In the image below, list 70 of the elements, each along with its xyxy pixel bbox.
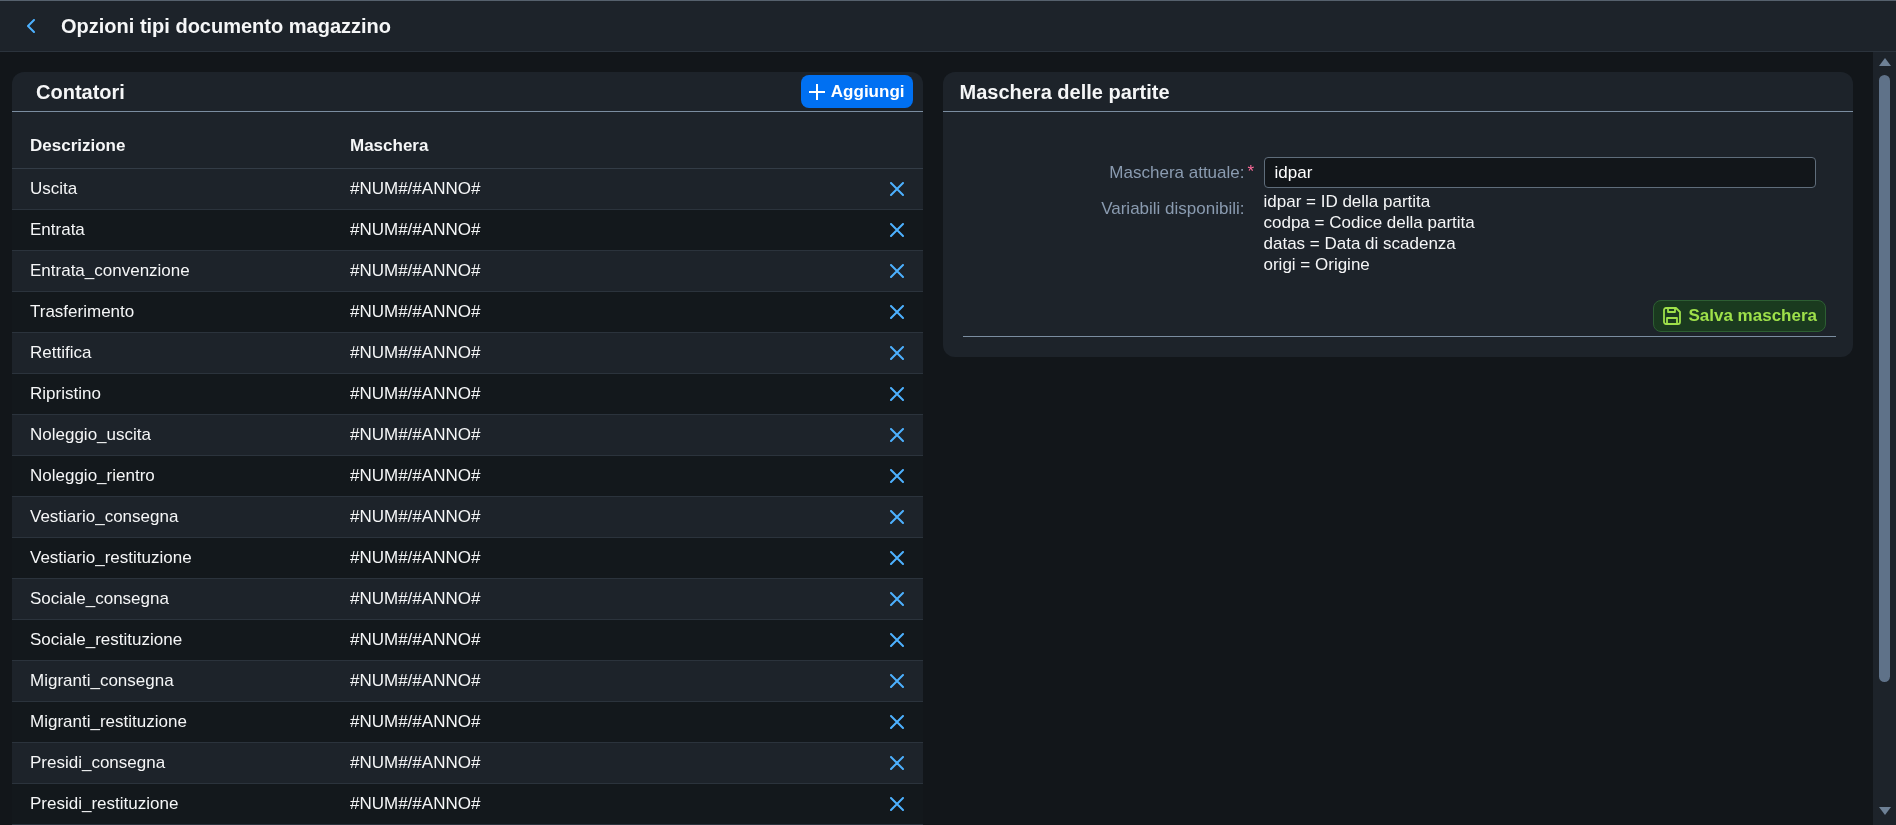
table-cell-text: Migranti_consegna (30, 671, 175, 691)
table-cell-text: Ripristino (30, 384, 102, 404)
x-icon[interactable] (889, 428, 904, 442)
x-icon[interactable] (889, 633, 904, 647)
table-cell-text: Migranti_restituzione (30, 712, 188, 732)
back-icon[interactable] (27, 19, 35, 33)
x-icon[interactable] (889, 387, 904, 401)
table-cell-text: #NUM#/#ANNO# (350, 261, 482, 281)
table-cell-text: #NUM#/#ANNO# (350, 507, 482, 527)
table-cell-text: #NUM#/#ANNO# (350, 343, 482, 363)
variable-line: datas = Data di scadenza (1263, 233, 1457, 254)
variable-line: origi = Origine (1263, 254, 1371, 275)
table-cell-text: #NUM#/#ANNO# (350, 712, 482, 732)
field-label: Maschera attuale: (1109, 163, 1245, 183)
table-cell-text: Noleggio_rientro (30, 466, 156, 486)
required-mark: * (1247, 162, 1255, 182)
table-cell-text: Presidi_restituzione (30, 794, 180, 814)
variable-line: codpa = Codice della partita (1263, 212, 1476, 233)
table-cell-text: Sociale_restituzione (30, 630, 184, 650)
table-cell-text: #NUM#/#ANNO# (350, 794, 482, 814)
table-cell-text: Sociale_consegna (30, 589, 170, 609)
table-cell-text: #NUM#/#ANNO# (350, 630, 482, 650)
x-icon[interactable] (889, 715, 904, 729)
x-icon[interactable] (889, 469, 904, 483)
variable-line: idpar = ID della partita (1263, 191, 1432, 212)
table-cell-text: Entrata (30, 220, 86, 240)
scrollbar-thumb[interactable] (1879, 75, 1890, 682)
table-cell-text: #NUM#/#ANNO# (350, 220, 482, 240)
x-icon[interactable] (889, 756, 904, 770)
save-icon (1662, 306, 1683, 326)
x-icon[interactable] (889, 797, 904, 811)
page-title: Opzioni tipi documento magazzino (61, 14, 391, 38)
x-icon[interactable] (889, 551, 904, 565)
table-cell-text: Entrata_convenzione (30, 261, 191, 281)
scroll-down-icon[interactable] (1878, 807, 1891, 815)
column-header: Maschera (350, 136, 430, 156)
scroll-up-icon[interactable] (1878, 58, 1891, 66)
table-cell-text: #NUM#/#ANNO# (350, 466, 482, 486)
x-icon[interactable] (889, 182, 904, 196)
x-icon[interactable] (889, 305, 904, 319)
card-title: Maschera delle partite (959, 79, 1170, 104)
table-cell-text: #NUM#/#ANNO# (350, 425, 482, 445)
x-icon[interactable] (889, 592, 904, 606)
add-button[interactable]: Aggiungi (800, 75, 913, 108)
table-cell-text: Noleggio_uscita (30, 425, 152, 445)
x-icon[interactable] (889, 264, 904, 278)
table-cell-text: #NUM#/#ANNO# (350, 671, 482, 691)
save-button[interactable]: Salva maschera (1653, 300, 1826, 332)
table-cell-text: #NUM#/#ANNO# (350, 753, 482, 773)
table-cell-text: Vestiario_restituzione (30, 548, 193, 568)
card-title: Contatori (36, 79, 125, 104)
table-cell-text: #NUM#/#ANNO# (350, 589, 482, 609)
table-cell-text: Presidi_consegna (30, 753, 167, 773)
table-cell-text: Trasferimento (30, 302, 136, 322)
x-icon[interactable] (889, 510, 904, 524)
table-cell-text: #NUM#/#ANNO# (350, 302, 482, 322)
table-cell-text: #NUM#/#ANNO# (350, 179, 482, 199)
x-icon[interactable] (889, 223, 904, 237)
column-header: Descrizione (30, 136, 127, 156)
field-label: Variabili disponibili: (1101, 199, 1245, 219)
scrollbar[interactable] (1873, 52, 1896, 825)
plus-icon (808, 83, 825, 100)
mask-input[interactable]: idpar (1263, 157, 1816, 188)
table-cell-text: #NUM#/#ANNO# (350, 548, 482, 568)
x-icon[interactable] (889, 346, 904, 360)
table-cell-text: Vestiario_consegna (30, 507, 180, 527)
table-cell-text: #NUM#/#ANNO# (350, 384, 482, 404)
x-icon[interactable] (889, 674, 904, 688)
table-cell-text: Uscita (30, 179, 79, 199)
table-cell-text: Rettifica (30, 343, 93, 363)
